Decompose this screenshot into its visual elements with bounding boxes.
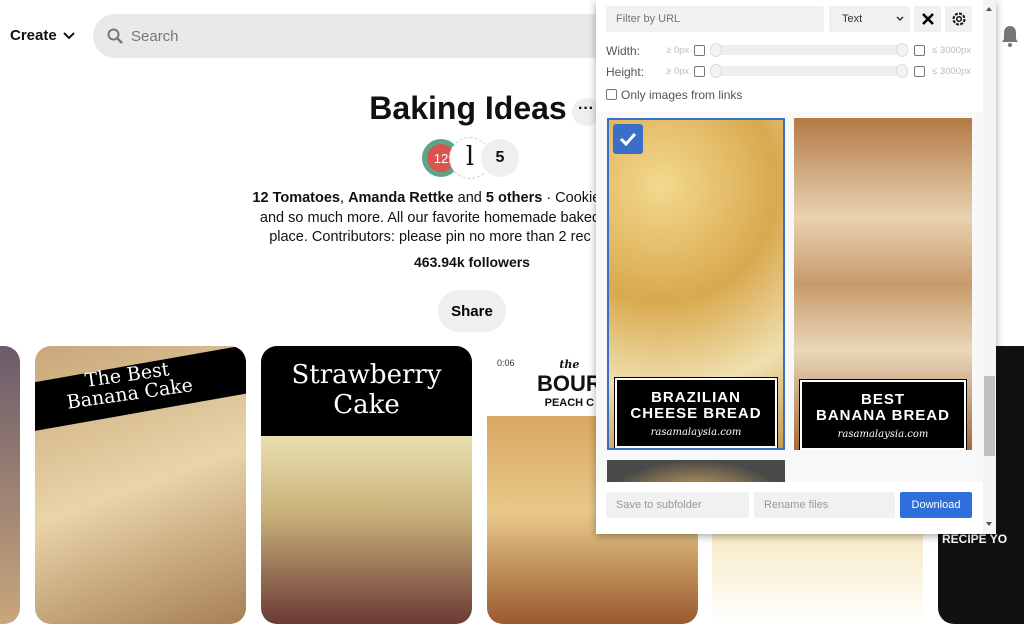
height-slider[interactable] [712,66,908,76]
chevron-down-icon [896,16,904,22]
panel-footer: Save to subfolder Rename files Download [596,482,983,534]
max-height-label: ≤ 3000px [932,66,972,77]
width-label: Width: [606,44,641,58]
download-button[interactable]: Download [900,492,972,518]
checkmark-icon [619,132,637,146]
min-width-checkbox[interactable] [694,45,705,56]
height-max-handle[interactable] [896,64,908,78]
bell-icon[interactable] [1000,24,1020,48]
min-height-label: ≥ 0px [666,66,690,77]
settings-button[interactable] [945,6,972,32]
create-menu[interactable]: Create [10,27,75,44]
min-height-checkbox[interactable] [694,66,705,77]
filter-url-input[interactable] [606,6,824,32]
scroll-up-icon[interactable] [986,4,992,11]
max-width-checkbox[interactable] [914,45,925,56]
width-min-handle[interactable] [710,43,722,57]
avatar-count[interactable]: 5 [479,137,521,179]
share-button[interactable]: Share [438,290,506,332]
image-item[interactable] [607,460,785,482]
search-placeholder: Search [131,27,179,45]
chevron-down-icon [62,31,75,39]
max-width-label: ≤ 3000px [932,45,972,56]
height-min-handle[interactable] [710,64,722,78]
rename-files-input[interactable]: Rename files [754,492,895,518]
selected-checkbox[interactable] [613,124,643,154]
pin[interactable] [0,346,20,624]
width-slider[interactable] [712,45,908,55]
pin[interactable]: The Best Banana Cake [35,346,246,624]
gear-icon [952,12,965,26]
close-button[interactable] [914,6,941,32]
create-label: Create [10,27,57,44]
close-icon [921,13,934,25]
search-icon [107,28,123,44]
search-input[interactable]: Search [93,14,653,58]
subfolder-input[interactable]: Save to subfolder [606,492,749,518]
only-links-label: Only images from links [621,88,743,102]
min-width-label: ≥ 0px [666,45,690,56]
pin[interactable]: Strawberry Cake [261,346,472,624]
followers-count: 463.94k followers [414,254,530,270]
image-downloader-panel: Text Width: ≥ 0px ≤ 3000px Height: ≥ 0px… [596,0,996,534]
only-links-checkbox[interactable] [606,89,617,100]
image-item-selected[interactable]: BRAZILIAN CHEESE BREAD rasamalaysia.com [607,118,785,450]
image-item[interactable]: BEST BANANA BREAD rasamalaysia.com [794,118,972,450]
max-height-checkbox[interactable] [914,66,925,77]
filter-type-select[interactable]: Text [829,6,910,32]
image-grid: BRAZILIAN CHEESE BREAD rasamalaysia.com BE… [596,112,983,482]
scroll-down-icon[interactable] [986,522,992,529]
height-label: Height: [606,65,645,79]
panel-scrollbar[interactable] [983,0,996,534]
board-title: Baking Ideas [369,90,567,126]
width-max-handle[interactable] [896,43,908,57]
video-duration: 0:06 [497,358,515,368]
scrollbar-thumb[interactable] [984,376,995,456]
board-description: 12 Tomatoes, Amanda Rettke and 5 others … [252,190,608,245]
